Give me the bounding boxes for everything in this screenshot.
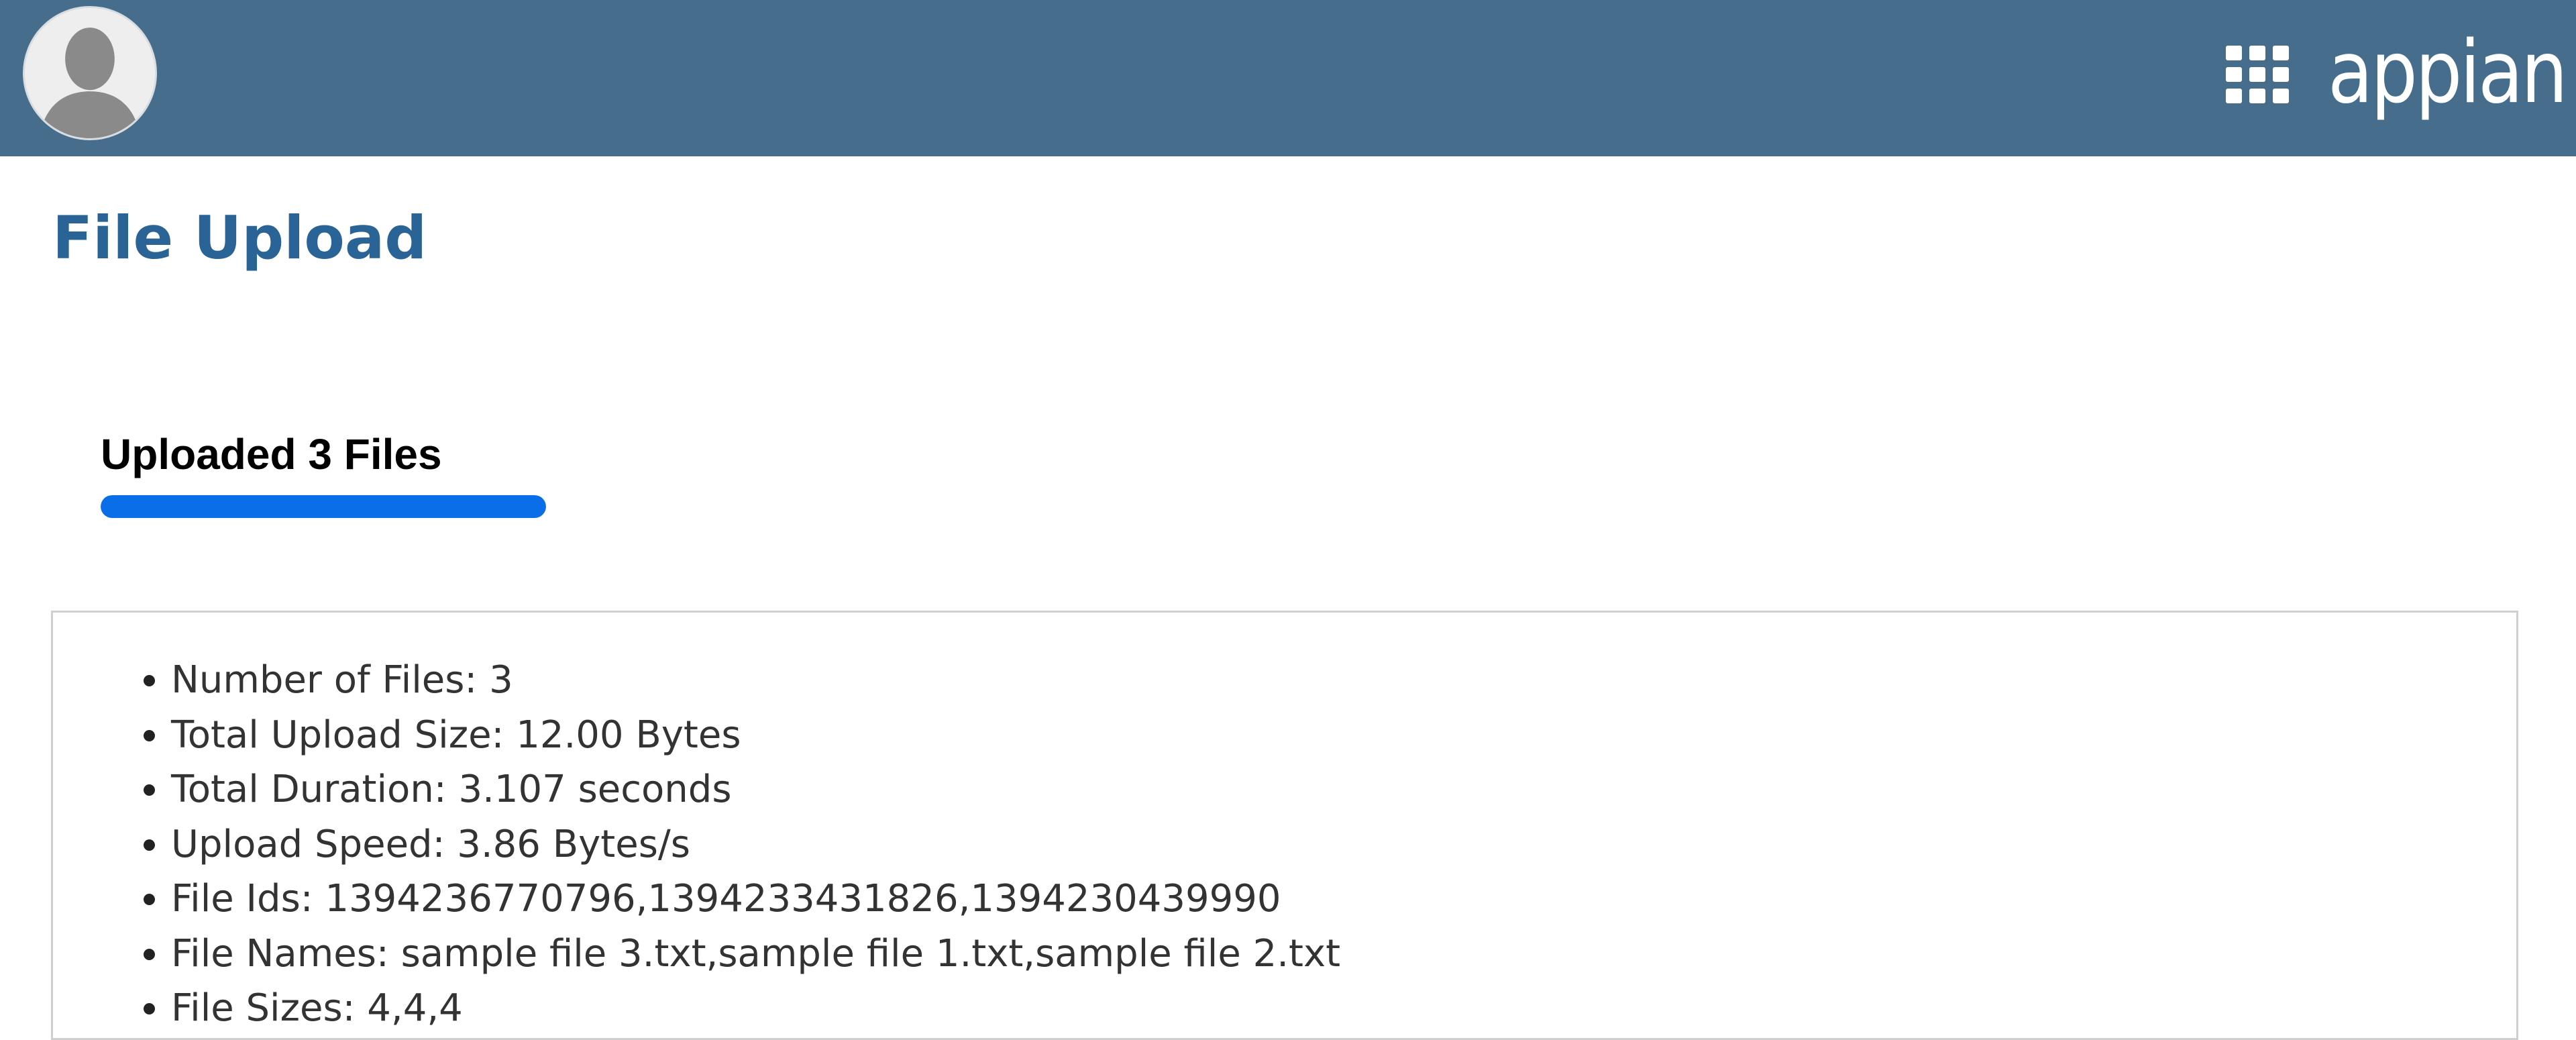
upload-progress-bar	[101, 495, 546, 518]
detail-file-sizes: File Sizes: 4,4,4	[171, 981, 1340, 1036]
appian-logo: appian	[2328, 23, 2568, 123]
detail-file-names: File Names: sample file 3.txt,sample fil…	[171, 927, 1340, 982]
top-navigation-bar: appian	[0, 0, 2576, 156]
page-title: File Upload	[52, 203, 427, 272]
detail-total-duration: Total Duration: 3.107 seconds	[171, 762, 1340, 817]
upload-progress-fill	[101, 495, 546, 518]
grid-menu-icon[interactable]	[2226, 46, 2289, 103]
detail-file-ids: File Ids: 1394236770796,1394233431826,13…	[171, 872, 1340, 927]
upload-details-panel: Number of Files: 3 Total Upload Size: 12…	[51, 611, 2518, 1040]
upload-details-list: Number of Files: 3 Total Upload Size: 12…	[53, 653, 1340, 1036]
detail-total-upload-size: Total Upload Size: 12.00 Bytes	[171, 708, 1340, 763]
user-avatar[interactable]	[23, 6, 157, 140]
upload-progress-label: Uploaded 3 Files	[101, 430, 442, 478]
user-avatar-icon	[25, 8, 155, 138]
detail-upload-speed: Upload Speed: 3.86 Bytes/s	[171, 817, 1340, 872]
detail-number-of-files: Number of Files: 3	[171, 653, 1340, 708]
